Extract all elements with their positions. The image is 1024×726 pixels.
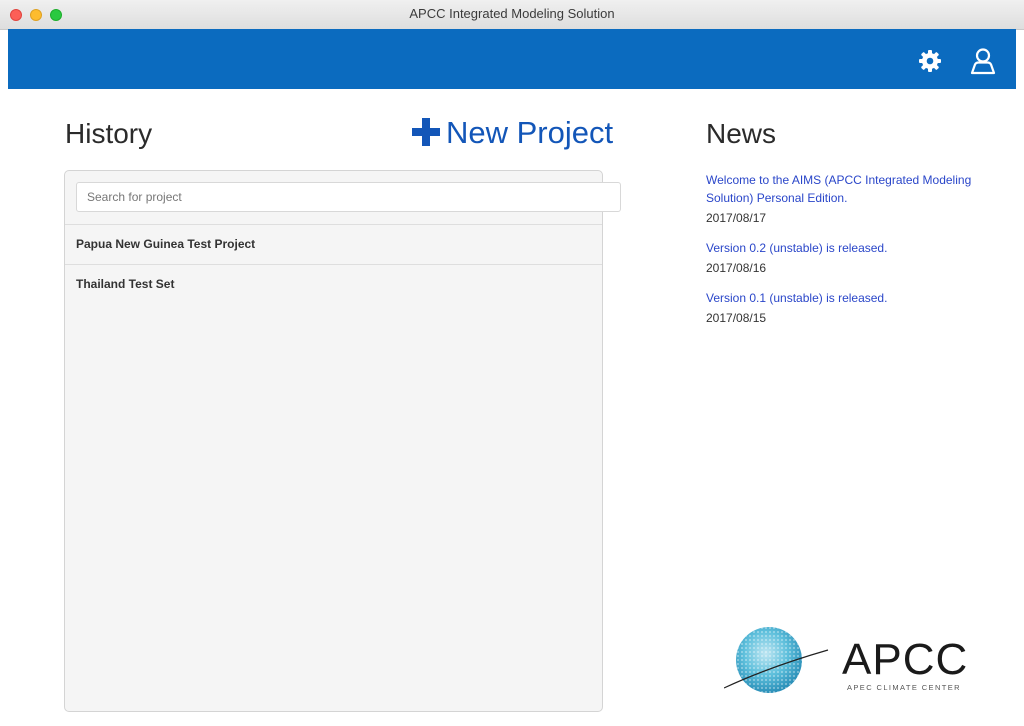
news-date: 2017/08/15 [706, 311, 767, 325]
apcc-wordmark: APCC APEC CLIMATE CENTER [842, 635, 968, 692]
project-item[interactable]: Papua New Guinea Test Project [65, 224, 602, 264]
project-name: Thailand Test Set [76, 277, 175, 291]
project-name: Papua New Guinea Test Project [76, 237, 256, 251]
plus-icon [412, 118, 440, 146]
search-input[interactable] [76, 182, 621, 212]
globe-icon [724, 627, 829, 693]
apcc-logo: APCC APEC CLIMATE CENTER [724, 627, 968, 693]
svg-text:APEC CLIMATE CENTER: APEC CLIMATE CENTER [847, 683, 961, 692]
gear-icon[interactable] [918, 49, 942, 73]
news-date: 2017/08/17 [706, 211, 767, 225]
news-item: Version 0.2 (unstable) is released. 2017… [706, 239, 1006, 277]
svg-text:APCC: APCC [842, 635, 968, 684]
window-title: APCC Integrated Modeling Solution [409, 6, 615, 21]
new-project-button[interactable]: New Project [412, 115, 613, 151]
news-heading: News [706, 118, 777, 149]
news-list: Welcome to the AIMS (APCC Integrated Mod… [706, 171, 1006, 339]
news-link[interactable]: Version 0.2 (unstable) is released. [706, 239, 1006, 257]
history-panel: Papua New Guinea Test Project Thailand T… [64, 170, 621, 712]
news-date: 2017/08/16 [706, 261, 767, 275]
news-link[interactable]: Welcome to the AIMS (APCC Integrated Mod… [706, 171, 1006, 207]
news-link[interactable]: Version 0.1 (unstable) is released. [706, 289, 1006, 307]
project-item[interactable]: Thailand Test Set [65, 264, 602, 304]
app-header [8, 29, 1016, 89]
new-project-label: New Project [446, 115, 614, 150]
user-icon[interactable] [968, 46, 998, 76]
news-item: Version 0.1 (unstable) is released. 2017… [706, 289, 1006, 327]
window-titlebar: APCC Integrated Modeling Solution [0, 0, 1024, 30]
news-item: Welcome to the AIMS (APCC Integrated Mod… [706, 171, 1006, 227]
history-heading: History [65, 118, 153, 149]
